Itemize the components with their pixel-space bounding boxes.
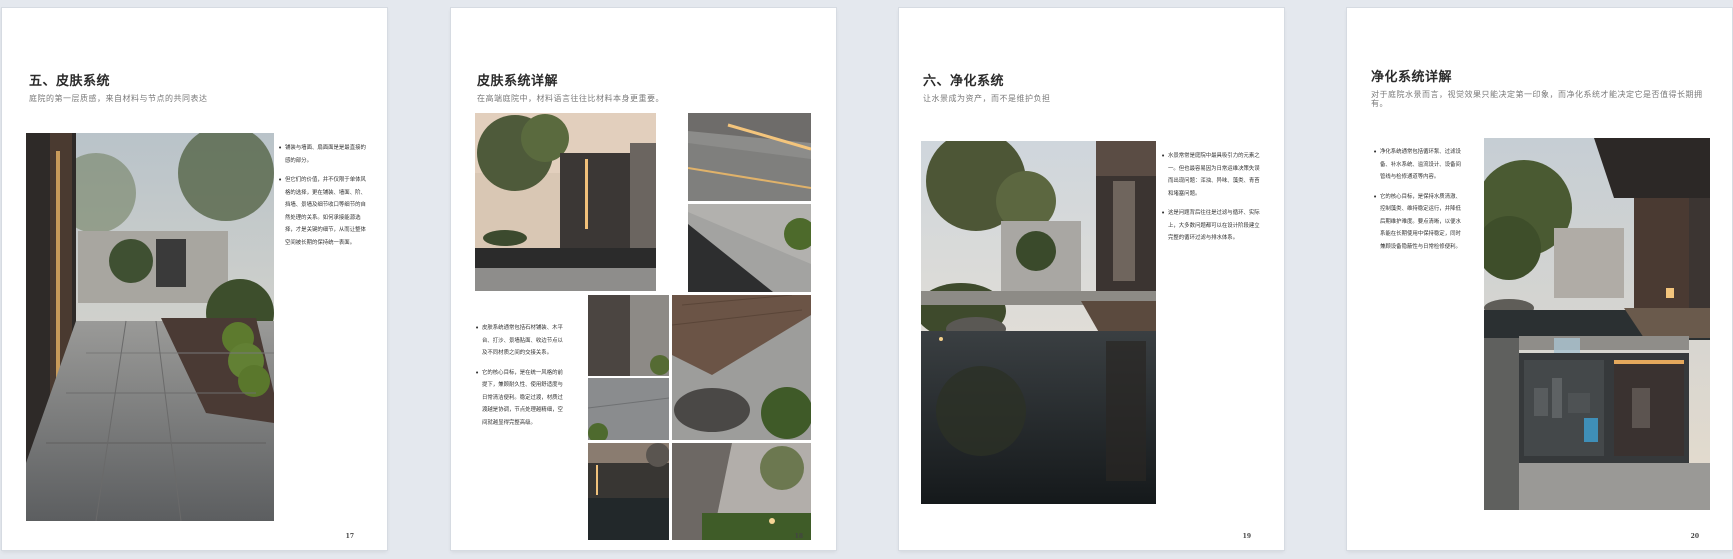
page-title: 五、皮肤系统 [29,74,111,89]
timber-deck-photo [672,295,811,440]
pool-edge-photo [588,443,669,540]
garden-wall-light-photo [672,443,811,540]
bullet-list: 铺装与墙面、扇面面是是最直接的感的部分。 但它们的价值，并不仅限于单体风格的选择… [278,142,366,256]
page-number: 19 [1242,533,1251,540]
page-17: 五、皮肤系统 庭院的第一层质感，来自材料与节点的共同表达 • 铺装与墙面、扇面面… [2,8,387,550]
page-18: 皮肤系统详解 在高端庭院中，材料语言往往比材料本身更重要。 • 皮肤系统通常包括… [451,8,836,550]
bullet-list: 皮肤系统通常包括石材铺装、木平台、打沙、景墙贴面、收边节点以及不同材质之间的交接… [475,322,563,436]
page-number: 18 [794,533,803,540]
page-subtitle: 让水景成为资产，而不是维护负担 [923,94,1051,103]
filtration-cutaway-photo [1484,138,1710,510]
page-title: 六、净化系统 [923,74,1005,89]
bullet-list: 水景常常是庭院中最具吸引力的元素之一。但也最容易因为日常运维决策失误而出现问题：… [1161,150,1261,252]
bullet-item: 但它们的价值，并不仅限于单体风格的选择，更在铺装、墙面、阶、挡墙、景墙及细节收口… [278,174,366,249]
page-subtitle: 庭院的第一层质感，来自材料与节点的共同表达 [29,94,208,103]
bullet-item: 它的核心目标，是在统一风格的前提下，兼顾耐久性、使用舒适度与日常清洁便利。稳定过… [475,367,563,430]
bullet-item: 水景常常是庭院中最具吸引力的元素之一。但也最容易因为日常运维决策失误而出现问题：… [1161,150,1261,200]
bullet-item: 它的核心目标，是保持水质清澈、控制藻类、维持稳定运行，并降低后期维护难度。要点清… [1373,191,1461,254]
bullet-list: 净化系统通常包括循环泵、过滤设备、补水系统、溢流设计、设备间管线与检修通道等内容… [1373,146,1461,260]
paving-walkway-photo [26,133,274,521]
stone-tile-photo [588,378,669,440]
bullet-item: 铺装与墙面、扇面面是是最直接的感的部分。 [278,142,366,167]
bullet-item: 这是问题背后往往是过滤与循环、实际上，大多数问题都可以在设计阶段建立完整的循环过… [1161,207,1261,245]
page-number: 17 [345,533,354,540]
stone-edge-photo [688,204,811,292]
page-title: 净化系统详解 [1371,70,1453,85]
bullet-item: 皮肤系统通常包括石材铺装、木平台、打沙、景墙贴面、收边节点以及不同材质之间的交接… [475,322,563,360]
reflecting-pool-photo [921,141,1156,504]
page-subtitle: 对于庭院水景而言，视觉效果只能决定第一印象，而净化系统才能决定它是否值得长期拥有… [1371,90,1703,108]
step-light-photo [688,113,811,201]
page-title: 皮肤系统详解 [477,74,559,89]
bullet-item: 净化系统通常包括循环泵、过滤设备、补水系统、溢流设计、设备间管线与检修通道等内容… [1373,146,1461,184]
page-number: 20 [1690,533,1699,540]
wall-panel-photo [588,295,669,376]
page-20: 净化系统详解 对于庭院水景而言，视觉效果只能决定第一印象，而净化系统才能决定它是… [1347,8,1732,550]
page-19: 六、净化系统 让水景成为资产，而不是维护负担 • 水景常常是庭院中最具吸引力的元… [899,8,1284,550]
page-subtitle: 在高端庭院中，材料语言往往比材料本身更重要。 [477,94,664,103]
courtyard-wall-photo [475,113,656,291]
